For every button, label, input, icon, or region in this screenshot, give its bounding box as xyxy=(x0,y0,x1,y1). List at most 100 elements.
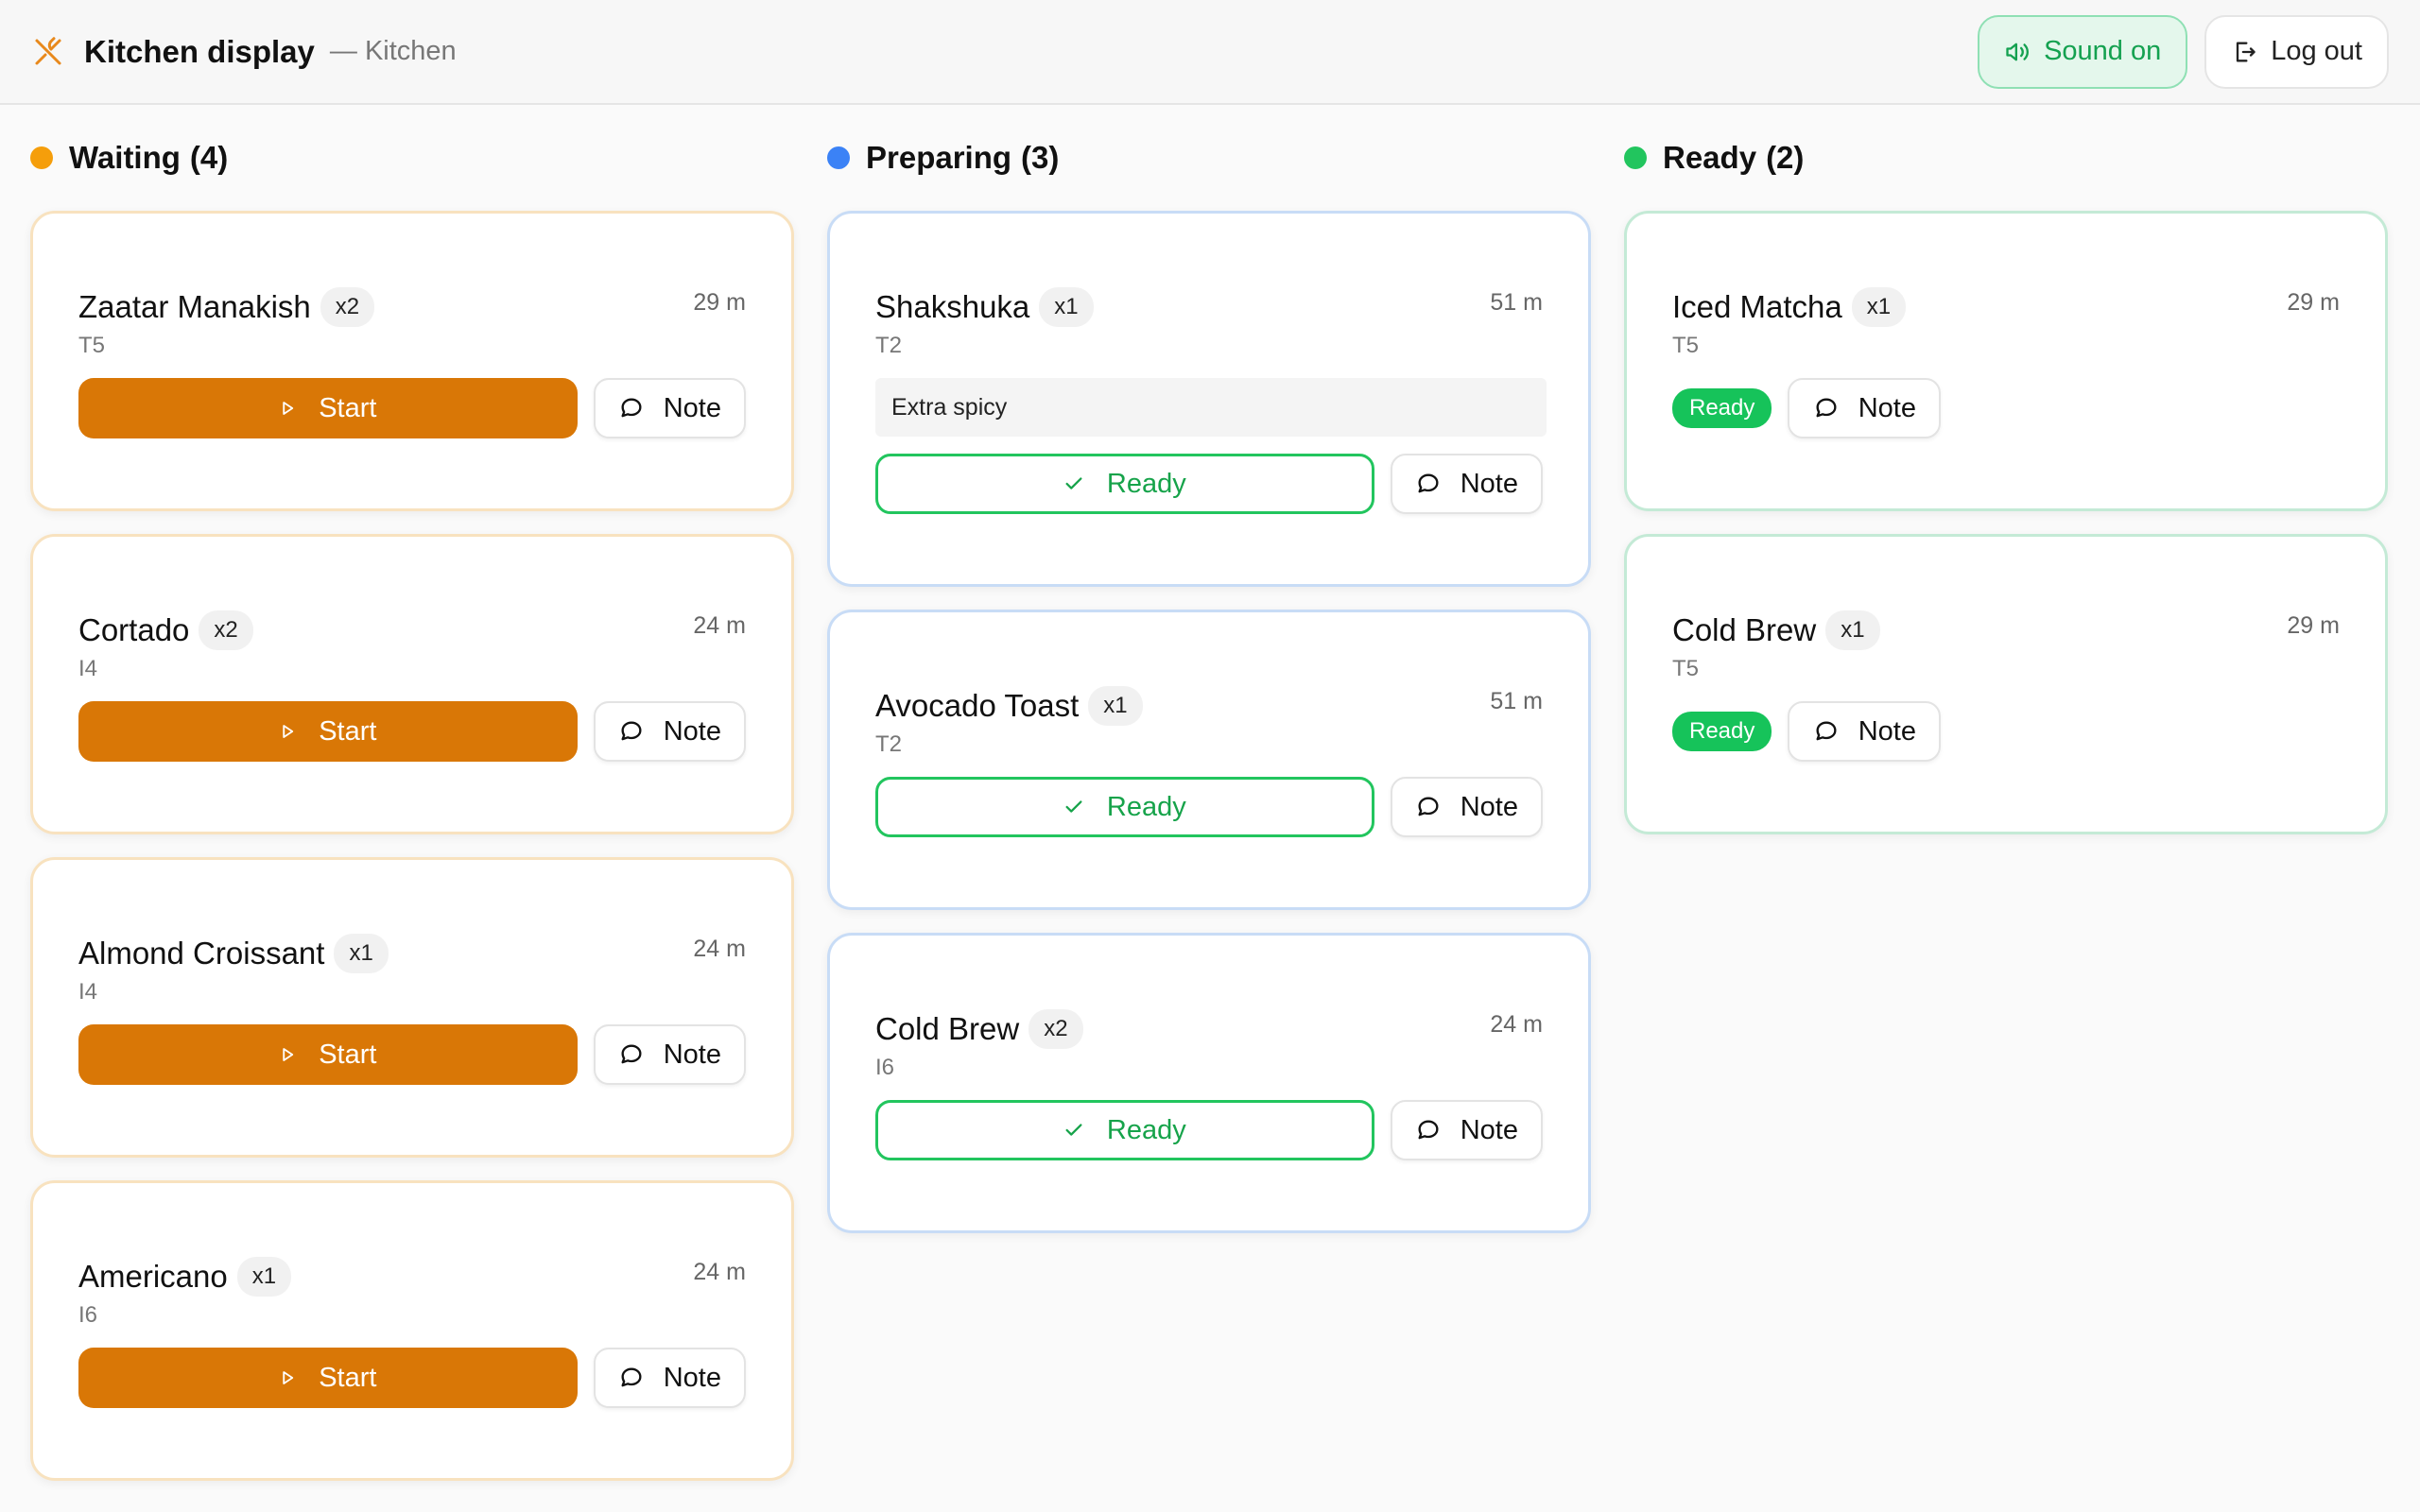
check-icon xyxy=(1065,800,1082,813)
note-button[interactable]: Note xyxy=(1390,454,1543,514)
comment-icon xyxy=(1418,1120,1439,1140)
quantity-badge: x1 xyxy=(1088,686,1143,726)
table-number: T5 xyxy=(78,333,106,358)
logout-label: Log out xyxy=(2271,36,2362,66)
note-button[interactable]: Note xyxy=(593,1024,746,1085)
speaker-icon xyxy=(2006,43,2029,60)
waiting-dot xyxy=(30,146,53,169)
order-card: 29 m Iced Matcha x1 T5 Ready Note xyxy=(1624,211,2388,511)
quantity-badge: x1 xyxy=(1039,287,1094,327)
table-number: T5 xyxy=(1672,656,1700,681)
column-count: (2) xyxy=(1766,140,1805,175)
table-number: I6 xyxy=(875,1055,895,1080)
item-name: Zaatar Manakish xyxy=(78,289,311,324)
item-name: Cortado xyxy=(78,612,190,647)
play-icon xyxy=(283,725,294,738)
note-label: Note xyxy=(1858,392,1916,423)
start-button[interactable]: Start xyxy=(78,1024,578,1085)
note-label: Note xyxy=(1460,1114,1518,1145)
note-button[interactable]: Note xyxy=(1788,701,1942,762)
comment-icon xyxy=(621,1044,642,1064)
column-title: Preparing xyxy=(866,140,1012,175)
note-button[interactable]: Note xyxy=(1390,777,1543,837)
mark-ready-button[interactable]: Ready xyxy=(875,454,1374,514)
page-title: Kitchen display xyxy=(84,33,315,69)
elapsed-time: 24 m xyxy=(693,1259,746,1285)
mark-ready-button[interactable]: Ready xyxy=(875,777,1374,837)
note-label: Note xyxy=(663,1039,721,1070)
top-bar: Kitchen display — Kitchen Sound on Log o… xyxy=(0,0,2420,105)
order-comment: Extra spicy xyxy=(875,378,1547,437)
item-name: Cold Brew xyxy=(1672,612,1817,647)
logout-button[interactable]: Log out xyxy=(2204,14,2389,89)
note-button[interactable]: Note xyxy=(1390,1100,1543,1160)
order-card: 51 m Shakshuka x1 T2 Extra spicy Ready N… xyxy=(827,211,1591,587)
comment-icon xyxy=(1816,721,1837,741)
column-preparing: Preparing (3) 51 m Shakshuka x1 T2 Extra… xyxy=(827,105,1591,1512)
order-card: 24 m Cold Brew x2 I6 Ready Note xyxy=(827,933,1591,1233)
note-label: Note xyxy=(1460,468,1518,499)
item-name: Cold Brew xyxy=(875,1011,1020,1046)
elapsed-time: 51 m xyxy=(1490,289,1543,316)
elapsed-time: 29 m xyxy=(2287,612,2340,639)
table-number: I6 xyxy=(78,1302,98,1328)
check-icon xyxy=(1065,477,1082,490)
note-button[interactable]: Note xyxy=(593,1348,746,1408)
start-label: Start xyxy=(319,1039,377,1070)
order-card: 24 m Americano x1 I6 Start Note xyxy=(30,1180,794,1481)
column-header-preparing: Preparing (3) xyxy=(827,105,1591,211)
ready-label: Ready xyxy=(1106,1114,1186,1145)
note-button[interactable]: Note xyxy=(1788,378,1942,438)
quantity-badge: x1 xyxy=(1825,610,1880,650)
sound-toggle-button[interactable]: Sound on xyxy=(1978,14,2188,89)
status-badge: Ready xyxy=(1672,712,1772,751)
quantity-badge: x1 xyxy=(236,1257,292,1297)
column-ready: Ready (2) 29 m Iced Matcha x1 T5 Ready N… xyxy=(1624,105,2388,1512)
start-button[interactable]: Start xyxy=(78,1348,578,1408)
item-name: Shakshuka xyxy=(875,289,1030,324)
order-card: 51 m Avocado Toast x1 T2 Ready Note xyxy=(827,610,1591,910)
order-card: 29 m Zaatar Manakish x2 T5 Start Note xyxy=(30,211,794,511)
comment-icon xyxy=(621,1367,642,1387)
item-name: Almond Croissant xyxy=(78,936,325,971)
elapsed-time: 51 m xyxy=(1490,688,1543,714)
item-name: Avocado Toast xyxy=(875,688,1080,723)
elapsed-time: 24 m xyxy=(1490,1011,1543,1038)
table-number: I4 xyxy=(78,979,98,1005)
note-button[interactable]: Note xyxy=(593,701,746,762)
ready-label: Ready xyxy=(1106,791,1186,822)
column-title: Waiting xyxy=(69,140,181,175)
quantity-badge: x2 xyxy=(320,287,375,327)
column-count: (3) xyxy=(1021,140,1060,175)
column-header-ready: Ready (2) xyxy=(1624,105,2388,211)
comment-icon xyxy=(621,721,642,741)
note-label: Note xyxy=(663,1362,721,1393)
start-button[interactable]: Start xyxy=(78,701,578,762)
item-name: Americano xyxy=(78,1259,228,1294)
table-number: T2 xyxy=(875,333,903,358)
brand: Kitchen display — Kitchen xyxy=(31,34,457,70)
note-label: Note xyxy=(1858,715,1916,747)
sound-label: Sound on xyxy=(2044,36,2162,66)
table-number: T5 xyxy=(1672,333,1700,358)
play-icon xyxy=(283,1371,294,1384)
start-label: Start xyxy=(319,392,377,423)
comment-icon xyxy=(1418,473,1439,493)
note-button[interactable]: Note xyxy=(593,378,746,438)
quantity-badge: x1 xyxy=(1851,287,1907,327)
status-badge: Ready xyxy=(1672,388,1772,428)
column-waiting: Waiting (4) 29 m Zaatar Manakish x2 T5 S… xyxy=(30,105,794,1512)
quantity-badge: x2 xyxy=(1028,1009,1083,1049)
start-button[interactable]: Start xyxy=(78,378,578,438)
comment-icon xyxy=(1418,797,1439,816)
elapsed-time: 24 m xyxy=(693,612,746,639)
elapsed-time: 29 m xyxy=(2287,289,2340,316)
order-card: 29 m Cold Brew x1 T5 Ready Note xyxy=(1624,534,2388,834)
column-count: (4) xyxy=(189,140,229,175)
quantity-badge: x2 xyxy=(199,610,253,650)
kanban-board: Waiting (4) 29 m Zaatar Manakish x2 T5 S… xyxy=(30,105,2390,1512)
item-name: Iced Matcha xyxy=(1672,289,1842,324)
column-title: Ready xyxy=(1663,140,1757,175)
note-label: Note xyxy=(1460,791,1518,822)
mark-ready-button[interactable]: Ready xyxy=(875,1100,1374,1160)
